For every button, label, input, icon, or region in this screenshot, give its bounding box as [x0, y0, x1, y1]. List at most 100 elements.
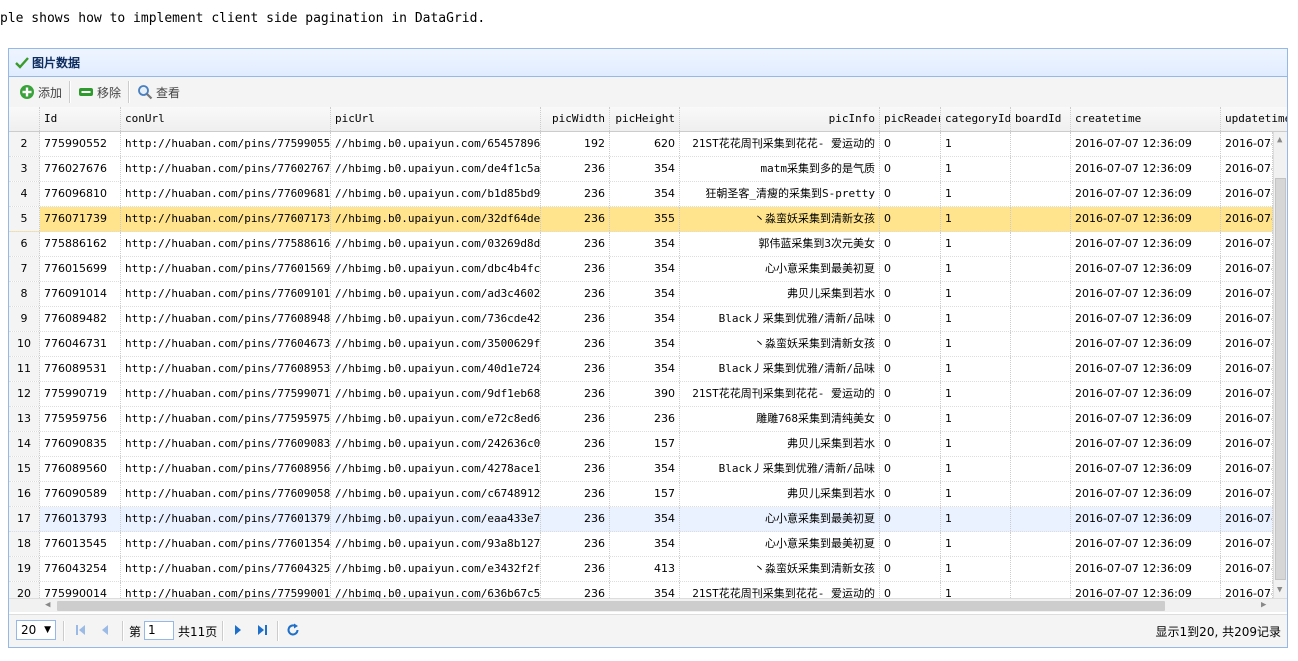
- cell-createtime: 2016-07-07 12:36:09: [1071, 357, 1221, 381]
- cell-picwidth: 236: [541, 207, 610, 231]
- table-row[interactable]: 2 775990552 http://huaban.com/pins/7759905…: [9, 132, 1273, 157]
- cell-updatetime: 2016-07-: [1221, 207, 1273, 231]
- table-row[interactable]: 20 775990014 http://huaban.com/pins/775990…: [9, 582, 1273, 598]
- cell-picinfo: 丶淼蛮妖采集到清新女孩: [680, 332, 880, 356]
- add-label: 添加: [38, 85, 63, 100]
- cell-conurl: http://huaban.com/pins/775990552/: [121, 132, 331, 156]
- table-row[interactable]: 12 775990719 http://huaban.com/pins/775990…: [9, 382, 1273, 407]
- page-size-select[interactable]: 20 ▼: [16, 620, 56, 640]
- table-row[interactable]: 17 776013793 http://huaban.com/pins/776013…: [9, 507, 1273, 532]
- cell-createtime: 2016-07-07 12:36:09: [1071, 182, 1221, 206]
- table-row[interactable]: 14 776090835 http://huaban.com/pins/776090…: [9, 432, 1273, 457]
- table-row[interactable]: 19 776043254 http://huaban.com/pins/776043…: [9, 557, 1273, 582]
- scroll-up-icon[interactable]: ▲: [1277, 134, 1282, 146]
- table-row[interactable]: 16 776090589 http://huaban.com/pins/776090…: [9, 482, 1273, 507]
- column-header-picurl[interactable]: picUrl: [331, 107, 541, 131]
- cell-picurl: //hbimg.b0.upaiyun.com/3500629f471: [331, 332, 541, 356]
- table-row[interactable]: 6 775886162 http://huaban.com/pins/7758861…: [9, 232, 1273, 257]
- view-button[interactable]: 查看: [133, 81, 184, 103]
- cell-picurl: //hbimg.b0.upaiyun.com/93a8b127112: [331, 532, 541, 556]
- column-header-picheight[interactable]: picHeight: [610, 107, 680, 131]
- cell-picurl: //hbimg.b0.upaiyun.com/4278ace1c5f: [331, 457, 541, 481]
- page-description: ple shows how to implement client side p…: [0, 11, 486, 26]
- horizontal-scrollbar[interactable]: ◀ ▶: [9, 598, 1287, 612]
- cell-createtime: 2016-07-07 12:36:09: [1071, 557, 1221, 581]
- cell-createtime: 2016-07-07 12:36:09: [1071, 382, 1221, 406]
- table-row[interactable]: 13 775959756 http://huaban.com/pins/775959…: [9, 407, 1273, 432]
- cell-conurl: http://huaban.com/pins/776090589/: [121, 482, 331, 506]
- refresh-icon[interactable]: [285, 622, 301, 638]
- cell-picheight: 354: [610, 507, 680, 531]
- cell-picreader: 0: [880, 232, 941, 256]
- column-header-picreader[interactable]: picReader: [880, 107, 941, 131]
- cell-updatetime: 2016-07-: [1221, 182, 1273, 206]
- column-header-updatetime[interactable]: updatetime: [1221, 107, 1287, 131]
- cell-id: 776089482: [40, 307, 121, 331]
- cell-picinfo: Black丿采集到优雅/清新/品味: [680, 357, 880, 381]
- cell-createtime: 2016-07-07 12:36:09: [1071, 332, 1221, 356]
- cell-boardid: [1011, 457, 1071, 481]
- cell-picheight: 355: [610, 207, 680, 231]
- column-header-boardid[interactable]: boardId: [1011, 107, 1071, 131]
- column-header-id[interactable]: Id: [40, 107, 121, 131]
- column-header-conurl[interactable]: conUrl: [121, 107, 331, 131]
- cell-updatetime: 2016-07-: [1221, 332, 1273, 356]
- last-page-icon[interactable]: [254, 622, 270, 638]
- column-header-categoryid[interactable]: categoryId: [941, 107, 1011, 131]
- cell-createtime: 2016-07-07 12:36:09: [1071, 457, 1221, 481]
- cell-categoryid: 1: [941, 482, 1011, 506]
- vertical-scroll-thumb[interactable]: [1275, 178, 1286, 580]
- cell-picheight: 157: [610, 432, 680, 456]
- table-row[interactable]: 11 776089531 http://huaban.com/pins/776089…: [9, 357, 1273, 382]
- cell-picwidth: 236: [541, 582, 610, 598]
- table-row[interactable]: 10 776046731 http://huaban.com/pins/776046…: [9, 332, 1273, 357]
- table-row[interactable]: 5 776071739 http://huaban.com/pins/7760717…: [9, 207, 1273, 232]
- column-header-picinfo[interactable]: picInfo: [680, 107, 880, 131]
- cell-updatetime: 2016-07-: [1221, 557, 1273, 581]
- table-row[interactable]: 4 776096810 http://huaban.com/pins/7760968…: [9, 182, 1273, 207]
- table-row[interactable]: 8 776091014 http://huaban.com/pins/7760910…: [9, 282, 1273, 307]
- cell-picurl: //hbimg.b0.upaiyun.com/03269d8db2f: [331, 232, 541, 256]
- add-button[interactable]: 添加: [15, 81, 66, 103]
- cell-updatetime: 2016-07-: [1221, 432, 1273, 456]
- first-page-icon[interactable]: [73, 622, 89, 638]
- scroll-down-icon[interactable]: ▼: [1277, 584, 1282, 596]
- table-row[interactable]: 15 776089560 http://huaban.com/pins/776089…: [9, 457, 1273, 482]
- column-header-picwidth[interactable]: picWidth: [541, 107, 610, 131]
- remove-icon: [79, 88, 94, 96]
- cell-picheight: 354: [610, 332, 680, 356]
- datagrid: Id conUrl picUrl picWidth picHeight picI…: [9, 107, 1287, 598]
- cell-boardid: [1011, 282, 1071, 306]
- prev-page-icon[interactable]: [97, 622, 113, 638]
- cell-id: 775990552: [40, 132, 121, 156]
- table-row[interactable]: 18 776013545 http://huaban.com/pins/776013…: [9, 532, 1273, 557]
- column-header-createtime[interactable]: createtime: [1071, 107, 1221, 131]
- pager-separator: [222, 621, 224, 641]
- row-number: 14: [9, 432, 40, 456]
- cell-createtime: 2016-07-07 12:36:09: [1071, 282, 1221, 306]
- cell-picheight: 354: [610, 157, 680, 181]
- row-number: 8: [9, 282, 40, 306]
- cell-categoryid: 1: [941, 132, 1011, 156]
- cell-picurl: //hbimg.b0.upaiyun.com/65457896863c: [331, 132, 541, 156]
- cell-picheight: 390: [610, 382, 680, 406]
- remove-button[interactable]: 移除: [74, 81, 125, 103]
- cell-picinfo: 丶淼蛮妖采集到清新女孩: [680, 557, 880, 581]
- vertical-scrollbar[interactable]: ▲ ▼: [1273, 132, 1287, 598]
- table-row[interactable]: 3 776027676 http://huaban.com/pins/7760276…: [9, 157, 1273, 182]
- page-number-input[interactable]: 1: [144, 621, 174, 640]
- total-pages-label: 共11页: [178, 625, 218, 639]
- cell-picwidth: 236: [541, 307, 610, 331]
- cell-categoryid: 1: [941, 557, 1011, 581]
- next-page-icon[interactable]: [230, 622, 246, 638]
- scroll-left-icon[interactable]: ◀: [45, 599, 50, 611]
- horizontal-scroll-thumb[interactable]: [57, 601, 1165, 611]
- cell-categoryid: 1: [941, 257, 1011, 281]
- cell-id: 775886162: [40, 232, 121, 256]
- check-icon: [15, 56, 29, 69]
- table-row[interactable]: 9 776089482 http://huaban.com/pins/7760894…: [9, 307, 1273, 332]
- scroll-right-icon[interactable]: ▶: [1261, 599, 1266, 611]
- cell-conurl: http://huaban.com/pins/776013793/: [121, 507, 331, 531]
- table-row[interactable]: 7 776015699 http://huaban.com/pins/7760156…: [9, 257, 1273, 282]
- row-number: 19: [9, 557, 40, 581]
